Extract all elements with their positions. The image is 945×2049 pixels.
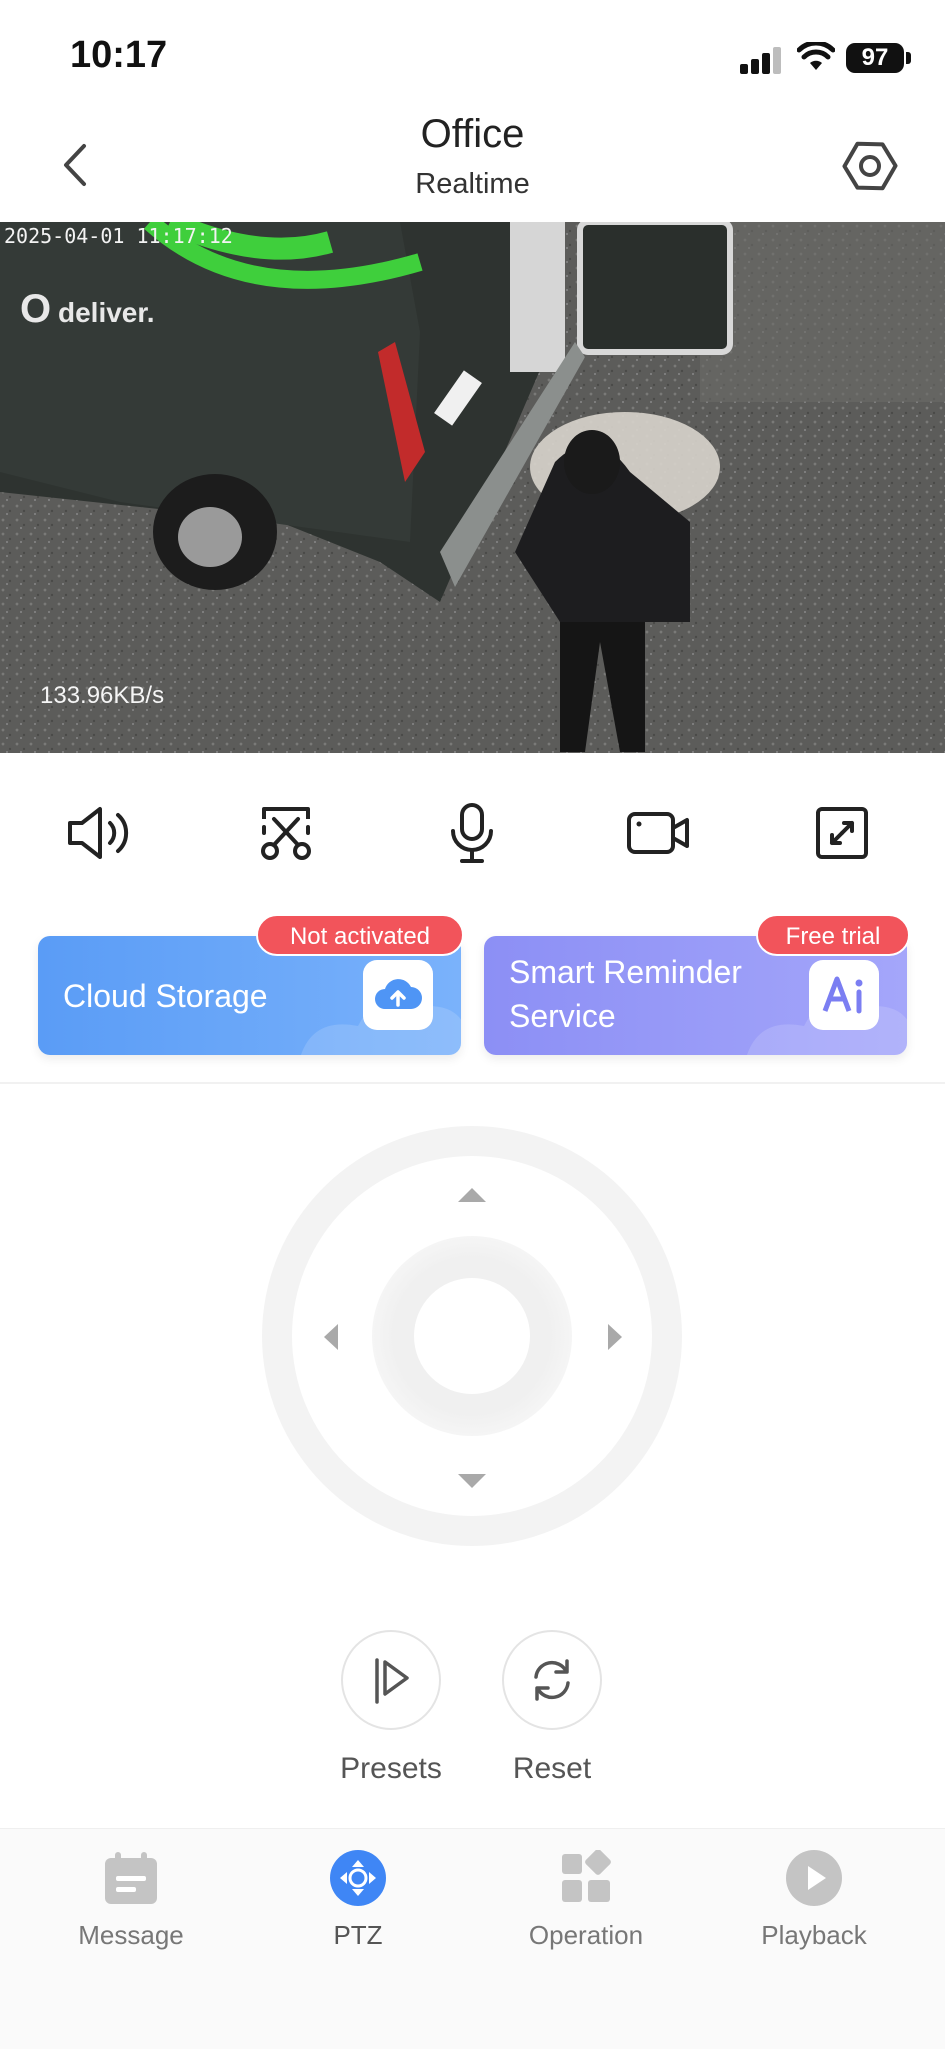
fullscreen-button[interactable] [804,798,880,868]
wifi-icon [796,40,836,77]
nav-message-label: Message [78,1920,184,1950]
presets-label: Presets [340,1752,442,1785]
status-time: 10:17 [70,34,168,76]
ptz-up-arrow-icon[interactable] [458,1188,486,1202]
presets-flag-icon [375,1658,409,1704]
nav-operation-label: Operation [528,1920,644,1950]
cloud-storage-label: Cloud Storage [63,978,268,1014]
smart-reminder-line2: Service [509,998,616,1034]
reset-label: Reset [512,1752,592,1785]
screenshot-scissors-icon [261,807,311,860]
record-video-button[interactable] [620,798,696,868]
smart-reminder-line1: Smart Reminder [509,954,742,990]
settings-button[interactable] [840,136,900,196]
cloud-upload-icon [363,960,433,1030]
microphone-icon [451,803,493,863]
camera-video-feed[interactable]: O deliver. [0,222,945,753]
speaker-icon [68,807,129,859]
smart-reminder-label: Smart Reminder Service [509,950,742,1038]
microphone-button[interactable] [434,798,510,868]
video-bitrate: 133.96KB/s [40,682,165,709]
nav-playback[interactable]: Playback [714,1850,914,1951]
nav-playback-label: Playback [761,1920,867,1950]
settings-hexagon-icon [842,141,898,191]
nav-operation[interactable]: Operation [486,1850,686,1951]
not-activated-badge: Not activated [256,914,464,956]
screenshot-button[interactable] [248,798,324,868]
battery-indicator: 97 [846,43,904,73]
ptz-left-arrow-icon[interactable] [324,1324,338,1350]
reset-refresh-icon [534,1659,570,1701]
ptz-right-arrow-icon[interactable] [608,1324,622,1350]
playback-icon [786,1850,842,1906]
nav-message[interactable]: Message [31,1850,231,1951]
svg-text:O: O [20,287,51,331]
speaker-button[interactable] [62,798,138,868]
svg-text:deliver.: deliver. [58,297,155,328]
video-timestamp: 2025-04-01 11:17:12 [4,224,233,248]
ai-icon [809,960,879,1030]
ptz-down-arrow-icon[interactable] [458,1474,486,1488]
nav-ptz[interactable]: PTZ [258,1850,458,1951]
message-icon [103,1850,159,1906]
operation-icon [558,1850,614,1906]
battery-nub [906,52,911,64]
fullscreen-icon [816,807,868,859]
record-video-icon [627,812,689,854]
presets-button[interactable] [341,1630,441,1730]
ptz-icon [330,1850,386,1906]
free-trial-badge: Free trial [756,914,910,956]
page-title: Office [420,112,525,156]
ptz-center-button[interactable] [414,1278,530,1394]
signal-icon [740,46,784,74]
page-subtitle: Realtime [415,168,530,200]
nav-ptz-label: PTZ [333,1920,383,1950]
reset-button[interactable] [502,1630,602,1730]
section-divider [0,1082,945,1084]
